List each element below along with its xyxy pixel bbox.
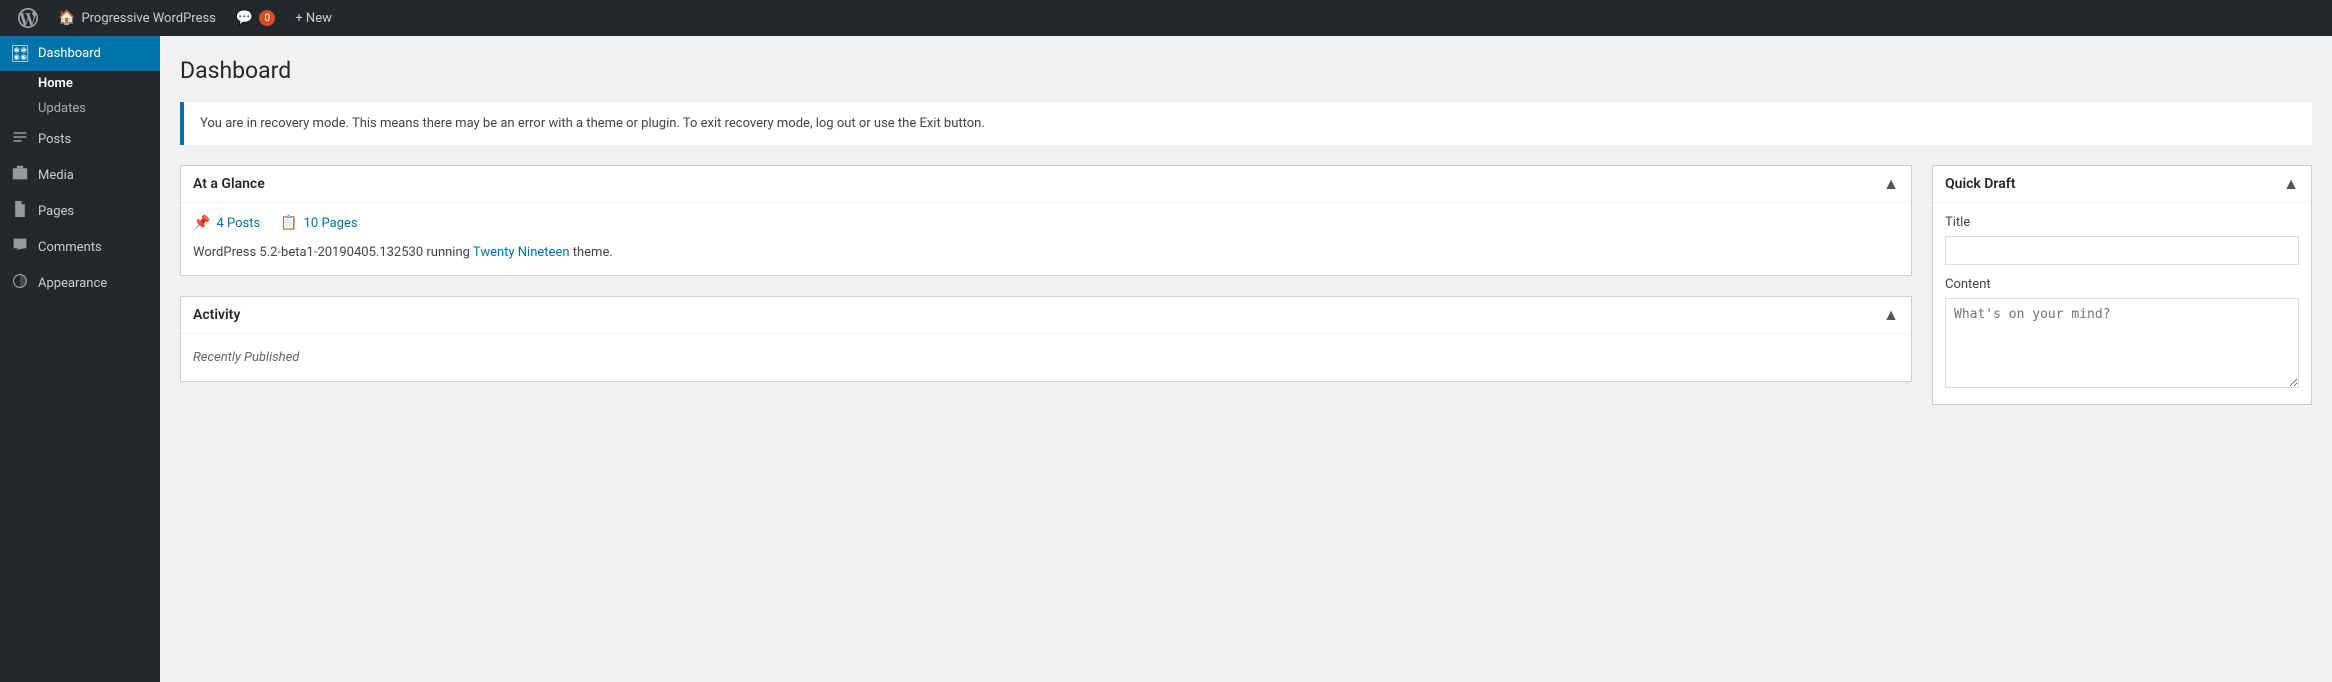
comments-sidebar-icon [10, 237, 30, 257]
content-wrap: Dashboard You are in recovery mode. This… [160, 36, 2332, 425]
notice-text: You are in recovery mode. This means the… [200, 116, 985, 131]
recovery-notice: You are in recovery mode. This means the… [180, 102, 2312, 146]
quick-draft-body: Title Content [1933, 203, 2311, 404]
title-input[interactable] [1945, 236, 2299, 265]
site-name-button[interactable]: 🏠 Progressive WordPress [48, 0, 226, 36]
appearance-icon [10, 273, 30, 293]
glance-posts-item[interactable]: 📌 4 Posts [193, 215, 260, 231]
sidebar-subitem-home[interactable]: Home [0, 71, 160, 96]
media-icon [10, 165, 30, 185]
sidebar-item-posts[interactable]: Posts [0, 121, 160, 157]
activity-title: Activity [193, 307, 240, 323]
content-label: Content [1945, 277, 2299, 292]
wp-logo-button[interactable] [8, 0, 48, 36]
quick-draft-title: Quick Draft [1945, 176, 2015, 192]
quick-draft-toggle[interactable]: ▲ [2283, 174, 2299, 194]
sidebar: 🎛 Dashboard Home Updates Posts Media [0, 36, 160, 682]
quick-draft-widget: Quick Draft ▲ Title Content [1932, 165, 2312, 405]
dashboard-icon: 🎛 [10, 44, 30, 63]
at-a-glance-toggle[interactable]: ▲ [1883, 174, 1899, 194]
recently-published-label: Recently Published [193, 346, 1899, 369]
wp-version-text: WordPress 5.2-beta1-20190405.132530 runn… [193, 245, 473, 260]
sidebar-item-appearance[interactable]: Appearance [0, 265, 160, 301]
theme-suffix: theme. [570, 245, 613, 260]
activity-widget: Activity ▲ Recently Published [180, 296, 1912, 382]
sidebar-dashboard-label: Dashboard [38, 46, 101, 61]
at-a-glance-title: At a Glance [193, 176, 265, 192]
admin-bar: 🏠 Progressive WordPress 💬 0 + New [0, 0, 2332, 36]
glance-pages-count: 10 Pages [304, 216, 358, 231]
wp-logo-icon [18, 8, 38, 28]
wp-wrap: 🎛 Dashboard Home Updates Posts Media [0, 36, 2332, 682]
dashboard-columns: At a Glance ▲ 📌 4 Posts 📋 [180, 165, 2312, 425]
quick-draft-header: Quick Draft ▲ [1933, 166, 2311, 203]
sidebar-item-media[interactable]: Media [0, 157, 160, 193]
comments-count: 0 [259, 10, 275, 26]
pages-icon [10, 201, 30, 221]
pin-icon: 📌 [193, 215, 210, 231]
theme-link[interactable]: Twenty Nineteen [473, 245, 570, 260]
pages-label: Pages [38, 204, 74, 219]
sidebar-subitem-updates[interactable]: Updates [0, 96, 160, 121]
site-name-label: Progressive WordPress [81, 11, 215, 26]
media-label: Media [38, 168, 74, 183]
at-a-glance-widget: At a Glance ▲ 📌 4 Posts 📋 [180, 165, 1912, 276]
dashboard-right-column: Quick Draft ▲ Title Content [1932, 165, 2312, 425]
sidebar-item-pages[interactable]: Pages [0, 193, 160, 229]
updates-sub-label: Updates [38, 101, 86, 116]
new-content-button[interactable]: + New [285, 0, 342, 36]
page-icon: 📋 [280, 215, 297, 231]
page-title: Dashboard [180, 56, 2312, 86]
comments-icon: 💬 [236, 10, 253, 26]
dashboard-left-column: At a Glance ▲ 📌 4 Posts 📋 [180, 165, 1912, 402]
glance-description: WordPress 5.2-beta1-20190405.132530 runn… [193, 243, 1899, 263]
glance-items: 📌 4 Posts 📋 10 Pages [193, 215, 1899, 231]
glance-pages-item[interactable]: 📋 10 Pages [280, 215, 357, 231]
posts-label: Posts [38, 132, 71, 147]
sidebar-item-dashboard[interactable]: 🎛 Dashboard [0, 36, 160, 71]
new-label: + New [295, 11, 332, 26]
at-a-glance-header: At a Glance ▲ [181, 166, 1911, 203]
comments-label: Comments [38, 240, 102, 255]
appearance-label: Appearance [38, 276, 107, 291]
glance-posts-count: 4 Posts [216, 216, 260, 231]
comments-button[interactable]: 💬 0 [226, 0, 285, 36]
activity-header: Activity ▲ [181, 297, 1911, 334]
content-textarea[interactable] [1945, 298, 2299, 388]
main-content: Dashboard You are in recovery mode. This… [160, 36, 2332, 682]
sidebar-item-comments[interactable]: Comments [0, 229, 160, 265]
posts-icon [10, 129, 30, 149]
home-sub-label: Home [38, 76, 73, 91]
title-label: Title [1945, 215, 2299, 230]
home-icon: 🏠 [58, 10, 75, 26]
at-a-glance-body: 📌 4 Posts 📋 10 Pages WordPress 5.2-beta1… [181, 203, 1911, 275]
activity-toggle[interactable]: ▲ [1883, 305, 1899, 325]
activity-body: Recently Published [181, 334, 1911, 381]
